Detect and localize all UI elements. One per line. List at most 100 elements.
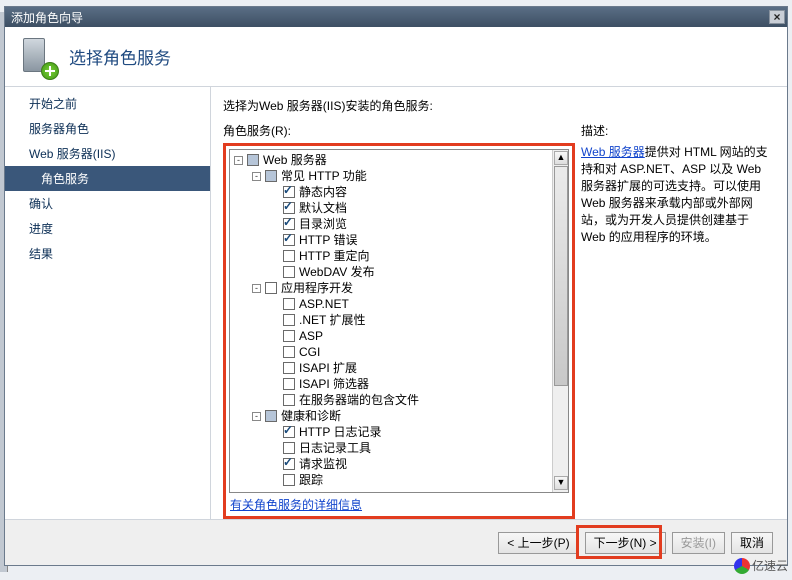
- prompt-text: 选择为Web 服务器(IIS)安装的角色服务:: [223, 97, 775, 114]
- description-body: 提供对 HTML 网站的支持和对 ASP.NET、ASP 以及 Web 服务器扩…: [581, 145, 768, 244]
- tree-node-label: 健康和诊断: [281, 410, 341, 422]
- watermark-text: 亿速云: [752, 557, 788, 574]
- checkbox[interactable]: [283, 474, 295, 486]
- cancel-button[interactable]: 取消: [731, 532, 773, 554]
- scroll-down-icon[interactable]: ▼: [554, 476, 568, 490]
- checkbox[interactable]: [283, 330, 295, 342]
- tree-node-label: ASP: [299, 330, 323, 342]
- expand-icon[interactable]: -: [234, 156, 243, 165]
- description-panel: 描述: Web 服务器提供对 HTML 网站的支持和对 ASP.NET、ASP …: [581, 122, 775, 519]
- checkbox[interactable]: [283, 234, 295, 246]
- checkbox[interactable]: [283, 186, 295, 198]
- checkbox[interactable]: [283, 314, 295, 326]
- checkbox[interactable]: [283, 378, 295, 390]
- sidebar-item[interactable]: 结果: [5, 241, 210, 266]
- description-text: Web 服务器提供对 HTML 网站的支持和对 ASP.NET、ASP 以及 W…: [581, 143, 775, 245]
- sidebar-item[interactable]: 开始之前: [5, 91, 210, 116]
- checkbox[interactable]: [247, 154, 259, 166]
- scroll-thumb[interactable]: [554, 166, 568, 386]
- tree-node[interactable]: WebDAV 发布: [234, 264, 552, 280]
- checkbox[interactable]: [283, 250, 295, 262]
- wizard-steps-sidebar: 开始之前服务器角色Web 服务器(IIS)角色服务确认进度结果: [5, 87, 211, 519]
- tree-node-label: Web 服务器: [263, 154, 327, 166]
- tree-node-label: 常见 HTTP 功能: [281, 170, 367, 182]
- checkbox[interactable]: [265, 170, 277, 182]
- checkbox[interactable]: [283, 202, 295, 214]
- window-title: 添加角色向导: [11, 9, 83, 26]
- page-title: 选择角色服务: [69, 44, 171, 69]
- install-button: 安装(I): [672, 532, 725, 554]
- tree-node-label: 默认文档: [299, 202, 347, 214]
- tree-node[interactable]: 默认文档: [234, 200, 552, 216]
- tree-node[interactable]: - 应用程序开发: [234, 280, 552, 296]
- tree-node[interactable]: CGI: [234, 344, 552, 360]
- tree-node-label: HTTP 重定向: [299, 250, 369, 262]
- tree-node[interactable]: 请求监视: [234, 456, 552, 472]
- tree-node[interactable]: .NET 扩展性: [234, 312, 552, 328]
- tree-node-label: .NET 扩展性: [299, 314, 365, 326]
- checkbox[interactable]: [283, 346, 295, 358]
- expand-icon[interactable]: -: [252, 172, 261, 181]
- tree-node-label: CGI: [299, 346, 320, 358]
- watermark: 亿速云: [734, 557, 788, 574]
- checkbox[interactable]: [265, 410, 277, 422]
- tree-node-label: ISAPI 筛选器: [299, 378, 369, 390]
- sidebar-item[interactable]: 服务器角色: [5, 116, 210, 141]
- tree-node-label: ASP.NET: [299, 298, 349, 310]
- tree-node[interactable]: ISAPI 扩展: [234, 360, 552, 376]
- tree-node[interactable]: ASP: [234, 328, 552, 344]
- tree-node-label: 在服务器端的包含文件: [299, 394, 419, 406]
- main-panel: 选择为Web 服务器(IIS)安装的角色服务: 角色服务(R): -Web 服务…: [211, 87, 787, 519]
- tree-node[interactable]: - Web 服务器: [234, 152, 552, 168]
- watermark-logo-icon: [734, 558, 750, 574]
- tree-node[interactable]: - 常见 HTTP 功能: [234, 168, 552, 184]
- tree-node-label: WebDAV 发布: [299, 266, 375, 278]
- tree-node-label: 目录浏览: [299, 218, 347, 230]
- role-services-tree[interactable]: -Web 服务器-常见 HTTP 功能静态内容默认文档目录浏览HTTP 错误HT…: [229, 149, 569, 493]
- checkbox[interactable]: [283, 442, 295, 454]
- server-add-icon: [19, 36, 57, 78]
- tree-node[interactable]: 跟踪: [234, 472, 552, 488]
- tree-node[interactable]: HTTP 错误: [234, 232, 552, 248]
- checkbox[interactable]: [265, 282, 277, 294]
- tree-node[interactable]: 静态内容: [234, 184, 552, 200]
- tree-node[interactable]: - 健康和诊断: [234, 408, 552, 424]
- expand-icon[interactable]: -: [252, 412, 261, 421]
- tree-node-label: 应用程序开发: [281, 282, 353, 294]
- description-link[interactable]: Web 服务器: [581, 145, 645, 159]
- checkbox[interactable]: [283, 266, 295, 278]
- sidebar-item[interactable]: 角色服务: [5, 166, 210, 191]
- tree-node-label: 静态内容: [299, 186, 347, 198]
- sidebar-item[interactable]: Web 服务器(IIS): [5, 141, 210, 166]
- checkbox[interactable]: [283, 458, 295, 470]
- tree-node[interactable]: 在服务器端的包含文件: [234, 392, 552, 408]
- role-services-label: 角色服务(R):: [223, 122, 575, 139]
- checkbox[interactable]: [283, 362, 295, 374]
- prev-button[interactable]: < 上一步(P): [498, 532, 578, 554]
- tree-node[interactable]: ISAPI 筛选器: [234, 376, 552, 392]
- sidebar-item[interactable]: 进度: [5, 216, 210, 241]
- tree-node-label: HTTP 错误: [299, 234, 357, 246]
- sidebar-item[interactable]: 确认: [5, 191, 210, 216]
- tree-scrollbar[interactable]: ▲ ▼: [552, 150, 568, 492]
- checkbox[interactable]: [283, 394, 295, 406]
- tree-node[interactable]: HTTP 重定向: [234, 248, 552, 264]
- tree-node[interactable]: 目录浏览: [234, 216, 552, 232]
- checkbox[interactable]: [283, 298, 295, 310]
- dialog-window: 添加角色向导 × 选择角色服务 开始之前服务器角色Web 服务器(IIS)角色服…: [4, 6, 788, 566]
- role-services-highlight: -Web 服务器-常见 HTTP 功能静态内容默认文档目录浏览HTTP 错误HT…: [223, 143, 575, 519]
- close-icon[interactable]: ×: [769, 10, 785, 24]
- tree-node-label: 跟踪: [299, 474, 323, 486]
- tree-node[interactable]: ASP.NET: [234, 296, 552, 312]
- checkbox[interactable]: [283, 218, 295, 230]
- scroll-up-icon[interactable]: ▲: [554, 151, 568, 165]
- checkbox[interactable]: [283, 426, 295, 438]
- tree-node[interactable]: 日志记录工具: [234, 440, 552, 456]
- tree-node-label: HTTP 日志记录: [299, 426, 381, 438]
- role-details-link[interactable]: 有关角色服务的详细信息: [230, 496, 572, 513]
- wizard-header: 选择角色服务: [5, 27, 787, 87]
- next-button[interactable]: 下一步(N) >: [585, 532, 666, 554]
- expand-icon[interactable]: -: [252, 284, 261, 293]
- tree-node[interactable]: HTTP 日志记录: [234, 424, 552, 440]
- wizard-footer: < 上一步(P) 下一步(N) > 安装(I) 取消: [5, 519, 787, 565]
